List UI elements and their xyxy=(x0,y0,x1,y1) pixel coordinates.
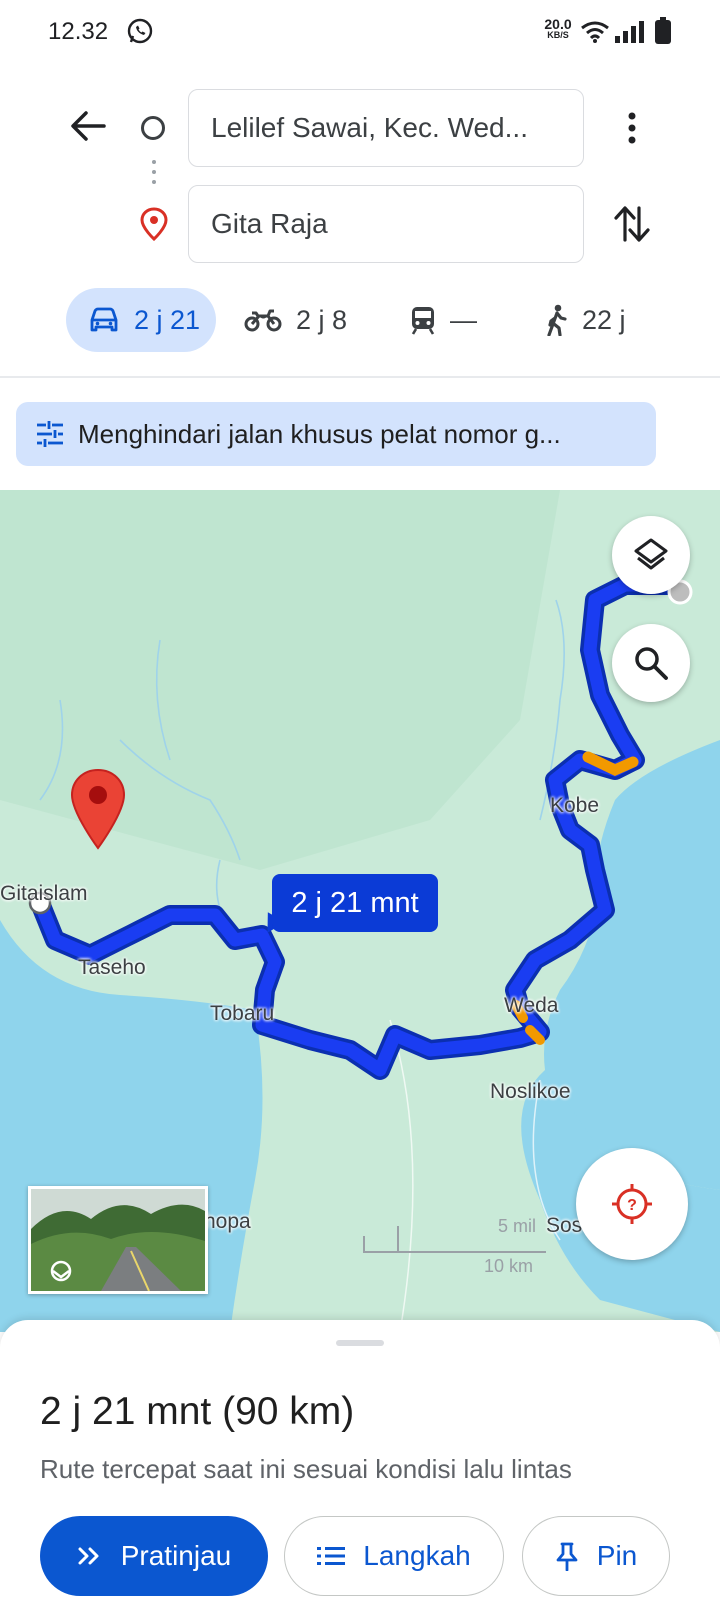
tab-walk[interactable]: 22 j xyxy=(546,288,646,352)
whatsapp-icon xyxy=(127,18,153,44)
signal-icon xyxy=(615,21,644,43)
scale-miles: 5 mil xyxy=(498,1216,537,1236)
tune-icon xyxy=(37,421,63,447)
destination-pin-icon xyxy=(140,207,168,241)
search-icon xyxy=(635,647,668,680)
swap-icon[interactable] xyxy=(612,202,652,246)
map-label-weda: Weda xyxy=(504,994,559,1017)
network-speed-unit: KB/S xyxy=(547,30,569,40)
route-summary-sheet: 2 j 21 mnt (90 km) Rute tercepat saat in… xyxy=(0,1320,720,1612)
network-speed-value: 20.0 xyxy=(544,16,572,32)
street-view-thumbnail[interactable] xyxy=(28,1186,208,1294)
travel-mode-tabs: 2 j 21 2 j 8 — 22 j xyxy=(0,288,720,354)
origin-input[interactable]: Lelilef Sawai, Kec. Wed... xyxy=(188,89,584,167)
tab-motorcycle-label: 2 j 8 xyxy=(296,304,348,335)
steps-button[interactable]: Langkah xyxy=(284,1516,504,1596)
walk-icon xyxy=(547,304,567,336)
tab-motorcycle[interactable]: 2 j 8 xyxy=(244,288,364,352)
my-location-button[interactable]: ? xyxy=(576,1148,688,1260)
wifi-icon xyxy=(581,21,609,43)
layers-icon xyxy=(634,538,668,570)
map-label-hopa: hopa xyxy=(204,1210,251,1233)
pin-button-label: Pin xyxy=(596,1540,638,1571)
map-label-taseho: Taseho xyxy=(78,956,146,979)
route-description: Rute tercepat saat ini sesuai kondisi la… xyxy=(40,1454,572,1484)
eta-bubble[interactable]: 2 j 21 mnt xyxy=(272,874,438,932)
my-location-icon: ? xyxy=(612,1184,652,1224)
pin-button[interactable]: Pin xyxy=(522,1516,670,1596)
tab-transit-label: — xyxy=(450,304,477,335)
preview-button[interactable]: Pratinjau xyxy=(40,1516,268,1596)
sheet-drag-handle[interactable] xyxy=(336,1340,384,1346)
more-vert-icon[interactable] xyxy=(616,106,648,150)
battery-icon xyxy=(655,17,671,44)
list-icon xyxy=(317,1547,346,1565)
route-options-chip[interactable]: Menghindari jalan khusus pelat nomor g..… xyxy=(16,402,656,466)
route-connector xyxy=(152,160,156,190)
location-pin-icon[interactable] xyxy=(70,768,126,850)
map-search-button[interactable] xyxy=(612,624,690,702)
status-bar: 12.32 20.0 KB/S xyxy=(0,0,720,64)
motorcycle-icon xyxy=(244,309,282,332)
header-divider xyxy=(0,376,720,378)
street-view-image xyxy=(31,1189,205,1291)
map-scale: 5 mil 10 km xyxy=(364,1216,546,1276)
pushpin-icon xyxy=(556,1542,578,1571)
steps-button-label: Langkah xyxy=(363,1540,471,1571)
map-label-kobe: Kobe xyxy=(550,794,600,817)
origin-circle-icon xyxy=(141,116,165,140)
map-label-gitaislam: Gitaislam xyxy=(0,882,88,905)
double-chevron-icon xyxy=(78,1547,99,1565)
layers-button[interactable] xyxy=(612,516,690,594)
train-icon xyxy=(411,307,435,335)
route-options-label: Menghindari jalan khusus pelat nomor g..… xyxy=(78,418,561,449)
tab-car[interactable]: 2 j 21 xyxy=(66,288,216,352)
destination-input[interactable]: Gita Raja xyxy=(188,185,584,263)
route-duration-distance: 2 j 21 mnt (90 km) xyxy=(40,1390,355,1433)
network-speed: 20.0 KB/S xyxy=(538,17,578,40)
scale-km: 10 km xyxy=(484,1256,534,1276)
status-time: 12.32 xyxy=(48,18,109,45)
preview-button-label: Pratinjau xyxy=(120,1540,232,1571)
tab-car-label: 2 j 21 xyxy=(134,304,201,335)
tab-transit[interactable]: — xyxy=(410,288,490,352)
map-label-tobaru: Tobaru xyxy=(210,1002,275,1025)
back-arrow-icon[interactable] xyxy=(66,104,110,148)
map-label-noslikoe: Noslikoe xyxy=(490,1080,571,1103)
car-icon xyxy=(90,307,118,332)
tab-walk-label: 22 j xyxy=(582,304,626,335)
svg-text:?: ? xyxy=(627,1197,637,1214)
